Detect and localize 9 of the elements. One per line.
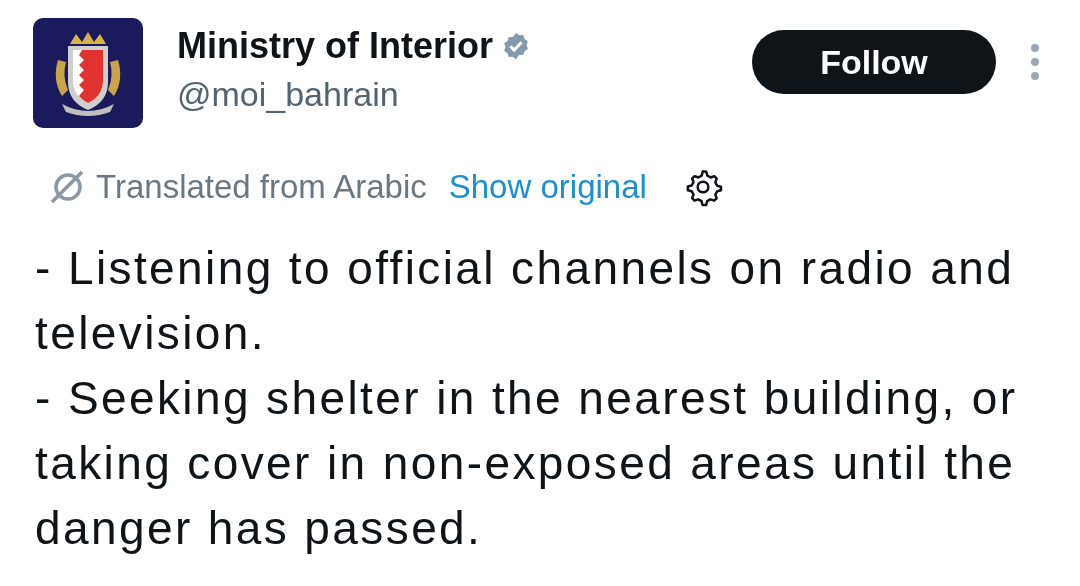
account-handle[interactable]: @moi_bahrain [177, 72, 532, 116]
translate-icon [48, 169, 86, 204]
account-name[interactable]: Ministry of Interior [177, 24, 494, 68]
translation-label: Translated from Arabic [96, 167, 427, 207]
tweet-paragraph: - Listening to official channels on radio and television. [35, 240, 1016, 361]
tweet-paragraph: - Seeking shelter in the nearest building, or taking cover in non-exposed areas until the danger has passed. [35, 370, 1019, 556]
avatar[interactable] [33, 18, 143, 128]
follow-button[interactable]: Follow [752, 30, 996, 94]
show-original-link[interactable]: Show original [448, 162, 647, 212]
